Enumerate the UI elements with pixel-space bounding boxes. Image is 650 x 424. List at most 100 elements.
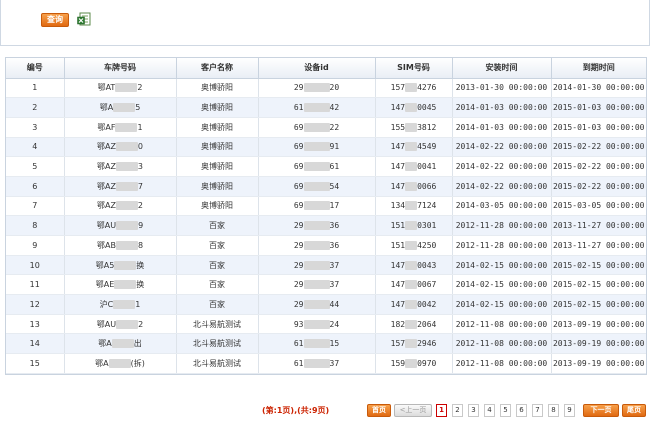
- redacted-mark: [405, 103, 418, 113]
- page-number-button[interactable]: 8: [548, 404, 559, 417]
- prev-page-button[interactable]: <上一页: [394, 404, 432, 417]
- page-number-button[interactable]: 7: [532, 404, 543, 417]
- redacted-mark: [405, 280, 418, 290]
- excel-export-icon[interactable]: [77, 12, 91, 26]
- page-number-button[interactable]: 5: [500, 404, 511, 417]
- table-row[interactable]: 4 鄂AZ 0 奥博骄阳 69 91 147 4549 2014-02-22 00:00:00 2…: [6, 137, 646, 158]
- col-header-device-id[interactable]: 设备id: [258, 58, 376, 79]
- page-number-button[interactable]: 1: [436, 404, 447, 417]
- sim-suffix: 0970: [417, 358, 437, 368]
- cell-install-time: 2012-11-08 00:00:00: [452, 314, 552, 335]
- cell-install-time: 2012-11-08 00:00:00: [452, 353, 552, 374]
- device-prefix: 29: [293, 280, 304, 290]
- cell-expire-time: 2014-01-30 00:00:00: [551, 78, 646, 99]
- device-prefix: 93: [293, 319, 304, 329]
- cell-customer: 百家: [176, 215, 259, 236]
- device-suffix: 15: [329, 339, 340, 349]
- table-row[interactable]: 15 鄂A (拆) 北斗易航测试 61 37 159 0970 2012-11-08 00:00…: [6, 353, 646, 374]
- redacted-mark: [303, 299, 330, 309]
- table-row[interactable]: 9 鄂AB 8 百家 29 36 151 4250 2012-11-28 00:00:00 201…: [6, 235, 646, 256]
- page-number-button[interactable]: 2: [452, 404, 463, 417]
- cell-sim: 147 0067: [375, 274, 453, 296]
- device-suffix: 24: [329, 319, 340, 329]
- col-header-plate[interactable]: 车牌号码: [64, 58, 177, 79]
- cell-install-time: 2014-02-22 00:00:00: [452, 156, 552, 177]
- table-row[interactable]: 6 鄂AZ 7 奥博骄阳 69 54 147 0066 2014-02-22 00:00:00 2…: [6, 176, 646, 197]
- redacted-mark: [303, 103, 330, 113]
- page-number-button[interactable]: 4: [484, 404, 495, 417]
- plate-prefix: 沪C: [99, 299, 114, 309]
- table-row[interactable]: 11 鄂AE 换 百家 29 37 147 0067 2014-02-15 00:00:00 20…: [6, 274, 646, 296]
- last-page-button[interactable]: 尾页: [622, 404, 646, 417]
- table-row[interactable]: 13 鄂AU 2 北斗易航测试 93 24 182 2064 2012-11-08 00:00:…: [6, 314, 646, 335]
- cell-device-id: 69 17: [258, 196, 376, 217]
- redacted-mark: [303, 83, 330, 93]
- cell-device-id: 29 36: [258, 215, 376, 236]
- cell-install-time: 2014-02-15 00:00:00: [452, 255, 552, 276]
- cell-sim: 155 3812: [375, 117, 453, 138]
- redacted-mark: [405, 162, 418, 172]
- cell-expire-time: 2015-03-05 00:00:00: [551, 196, 646, 217]
- redacted-mark: [405, 358, 418, 368]
- table-row[interactable]: 7 鄂AZ 2 奥博骄阳 69 17 134 7124 2014-03-05 00:00:00 2…: [6, 196, 646, 217]
- first-page-button[interactable]: 首页: [367, 404, 391, 417]
- device-prefix: 29: [293, 221, 304, 231]
- table-row[interactable]: 1 鄂AT 2 奥博骄阳 29 20 157 4276 2013-01-30 00:00:00 2…: [6, 78, 646, 99]
- device-prefix: 69: [293, 201, 304, 211]
- page-number-button[interactable]: 3: [468, 404, 479, 417]
- sim-suffix: 4276: [417, 83, 437, 93]
- table-row[interactable]: 8 鄂AU 9 百家 29 36 151 0301 2012-11-28 00:00:00 201…: [6, 215, 646, 236]
- cell-sim: 147 0042: [375, 294, 453, 315]
- plate-suffix: 8: [137, 240, 144, 250]
- col-header-customer[interactable]: 客户名称: [176, 58, 259, 79]
- cell-install-time: 2014-02-22 00:00:00: [452, 137, 552, 158]
- col-header-install-time[interactable]: 安装时间: [452, 58, 552, 79]
- device-suffix: 37: [329, 260, 340, 270]
- plate-suffix: 0: [137, 142, 144, 152]
- cell-install-time: 2012-11-08 00:00:00: [452, 333, 552, 355]
- table-row[interactable]: 10 鄂A5 换 百家 29 37 147 0043 2014-02-15 00:00:00 20…: [6, 255, 646, 276]
- redacted-mark: [114, 280, 137, 290]
- col-header-expire-time[interactable]: 到期时间: [551, 58, 646, 79]
- col-header-sim[interactable]: SIM号码: [375, 58, 453, 79]
- plate-suffix: (拆): [130, 358, 145, 368]
- cell-device-id: 61 37: [258, 353, 376, 374]
- col-header-no[interactable]: 编号: [6, 58, 65, 79]
- cell-plate: 鄂AZ 2: [64, 196, 177, 217]
- device-prefix: 61: [293, 103, 304, 113]
- vehicle-table: 编号 车牌号码 客户名称 设备id SIM号码 安装时间 到期时间 1 鄂AT 2 奥…: [6, 58, 646, 374]
- sim-suffix: 0041: [417, 162, 437, 172]
- device-suffix: 37: [329, 358, 340, 368]
- page-number-button[interactable]: 6: [516, 404, 527, 417]
- table-row[interactable]: 2 鄂A 5 奥博骄阳 61 42 147 0045 2014-01-03 00:00:00 20…: [6, 97, 646, 118]
- table-row[interactable]: 5 鄂AZ 3 奥博骄阳 69 61 147 0041 2014-02-22 00:00:00 2…: [6, 156, 646, 177]
- cell-customer: 奥博骄阳: [176, 156, 259, 177]
- table-row[interactable]: 14 鄂A 出 北斗易航测试 61 15 157 2946 2012-11-08 00:00:0…: [6, 333, 646, 355]
- redacted-mark: [303, 201, 330, 211]
- plate-suffix: 5: [135, 103, 141, 113]
- plate-prefix: 鄂AU: [96, 319, 117, 329]
- device-suffix: 36: [329, 221, 340, 231]
- cell-expire-time: 2013-11-27 00:00:00: [551, 215, 646, 236]
- page-number-button[interactable]: 9: [564, 404, 575, 417]
- redacted-mark: [115, 201, 138, 211]
- redacted-mark: [113, 103, 136, 113]
- redacted-mark: [405, 299, 418, 309]
- cell-device-id: 29 37: [258, 274, 376, 296]
- sim-suffix: 3812: [417, 122, 437, 132]
- table-row[interactable]: 12 沪C 1 百家 29 44 147 0042 2014-02-15 00:00:00 201…: [6, 294, 646, 315]
- table-row[interactable]: 3 鄂AF 1 奥博骄阳 69 22 155 3812 2014-01-03 00:00:00 2…: [6, 117, 646, 138]
- sim-prefix: 147: [390, 260, 406, 270]
- cell-plate: 鄂A5 换: [64, 255, 177, 276]
- data-grid: 编号 车牌号码 客户名称 设备id SIM号码 安装时间 到期时间 1 鄂AT 2 奥…: [5, 57, 647, 375]
- query-button[interactable]: 查询: [41, 13, 69, 27]
- cell-no: 6: [6, 176, 65, 197]
- redacted-mark: [115, 83, 138, 93]
- cell-plate: 鄂A 5: [64, 97, 177, 118]
- sim-suffix: 4250: [417, 240, 437, 250]
- device-prefix: 29: [293, 240, 304, 250]
- cell-plate: 鄂AT 2: [64, 78, 177, 99]
- next-page-button[interactable]: 下一页: [583, 404, 619, 417]
- cell-install-time: 2012-11-28 00:00:00: [452, 215, 552, 236]
- device-suffix: 54: [329, 181, 340, 191]
